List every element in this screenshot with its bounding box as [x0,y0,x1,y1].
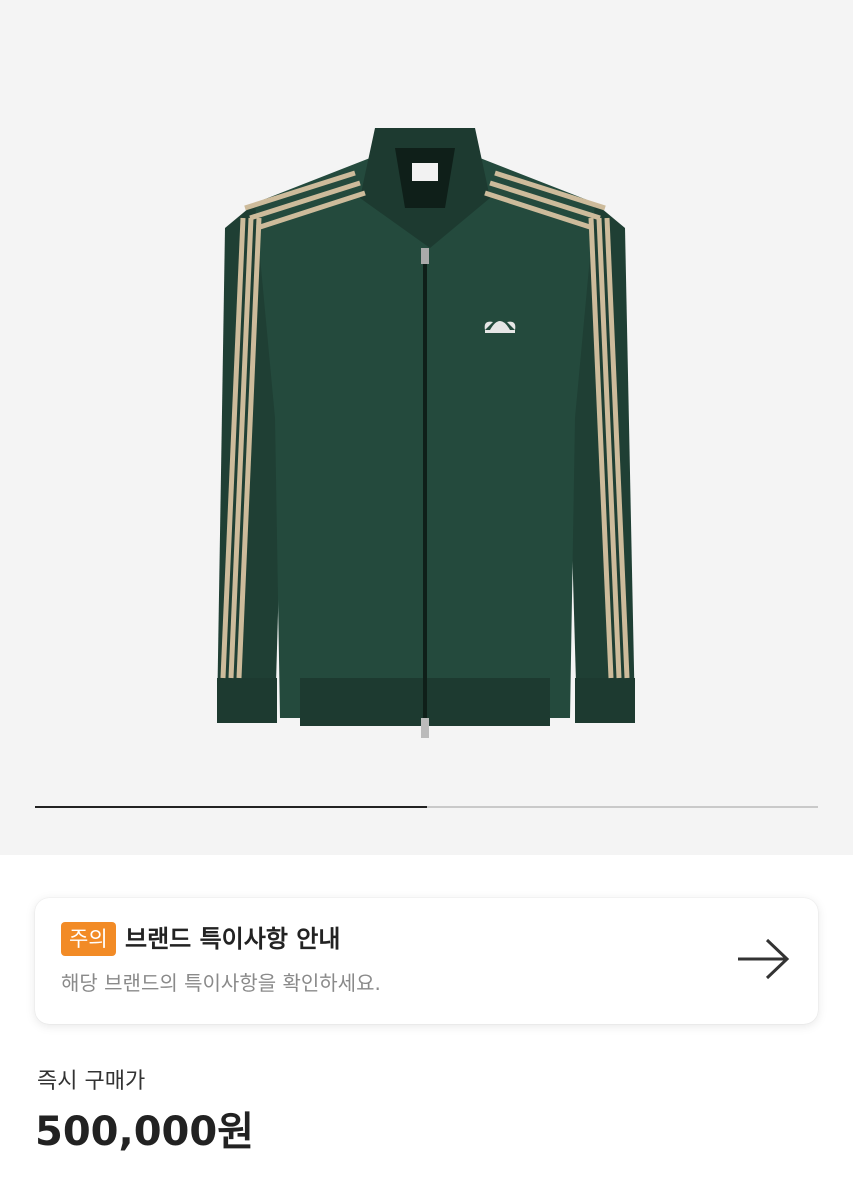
gallery-progress-track[interactable] [35,806,818,808]
gallery-progress-fill [35,806,427,808]
price-label: 즉시 구매가 [37,1069,146,1094]
price-value: 500,000원 [35,1109,254,1155]
product-image [217,128,635,738]
brand-notice-card[interactable]: 주의 브랜드 특이사항 안내 해당 브랜드의 특이사항을 확인하세요. [35,898,818,1024]
arrow-right-icon[interactable] [735,936,791,982]
product-gallery[interactable] [0,0,853,855]
notice-subtitle: 해당 브랜드의 특이사항을 확인하세요. [61,971,381,995]
notice-badge: 주의 [61,922,116,956]
notice-title: 브랜드 특이사항 안내 [125,925,341,953]
